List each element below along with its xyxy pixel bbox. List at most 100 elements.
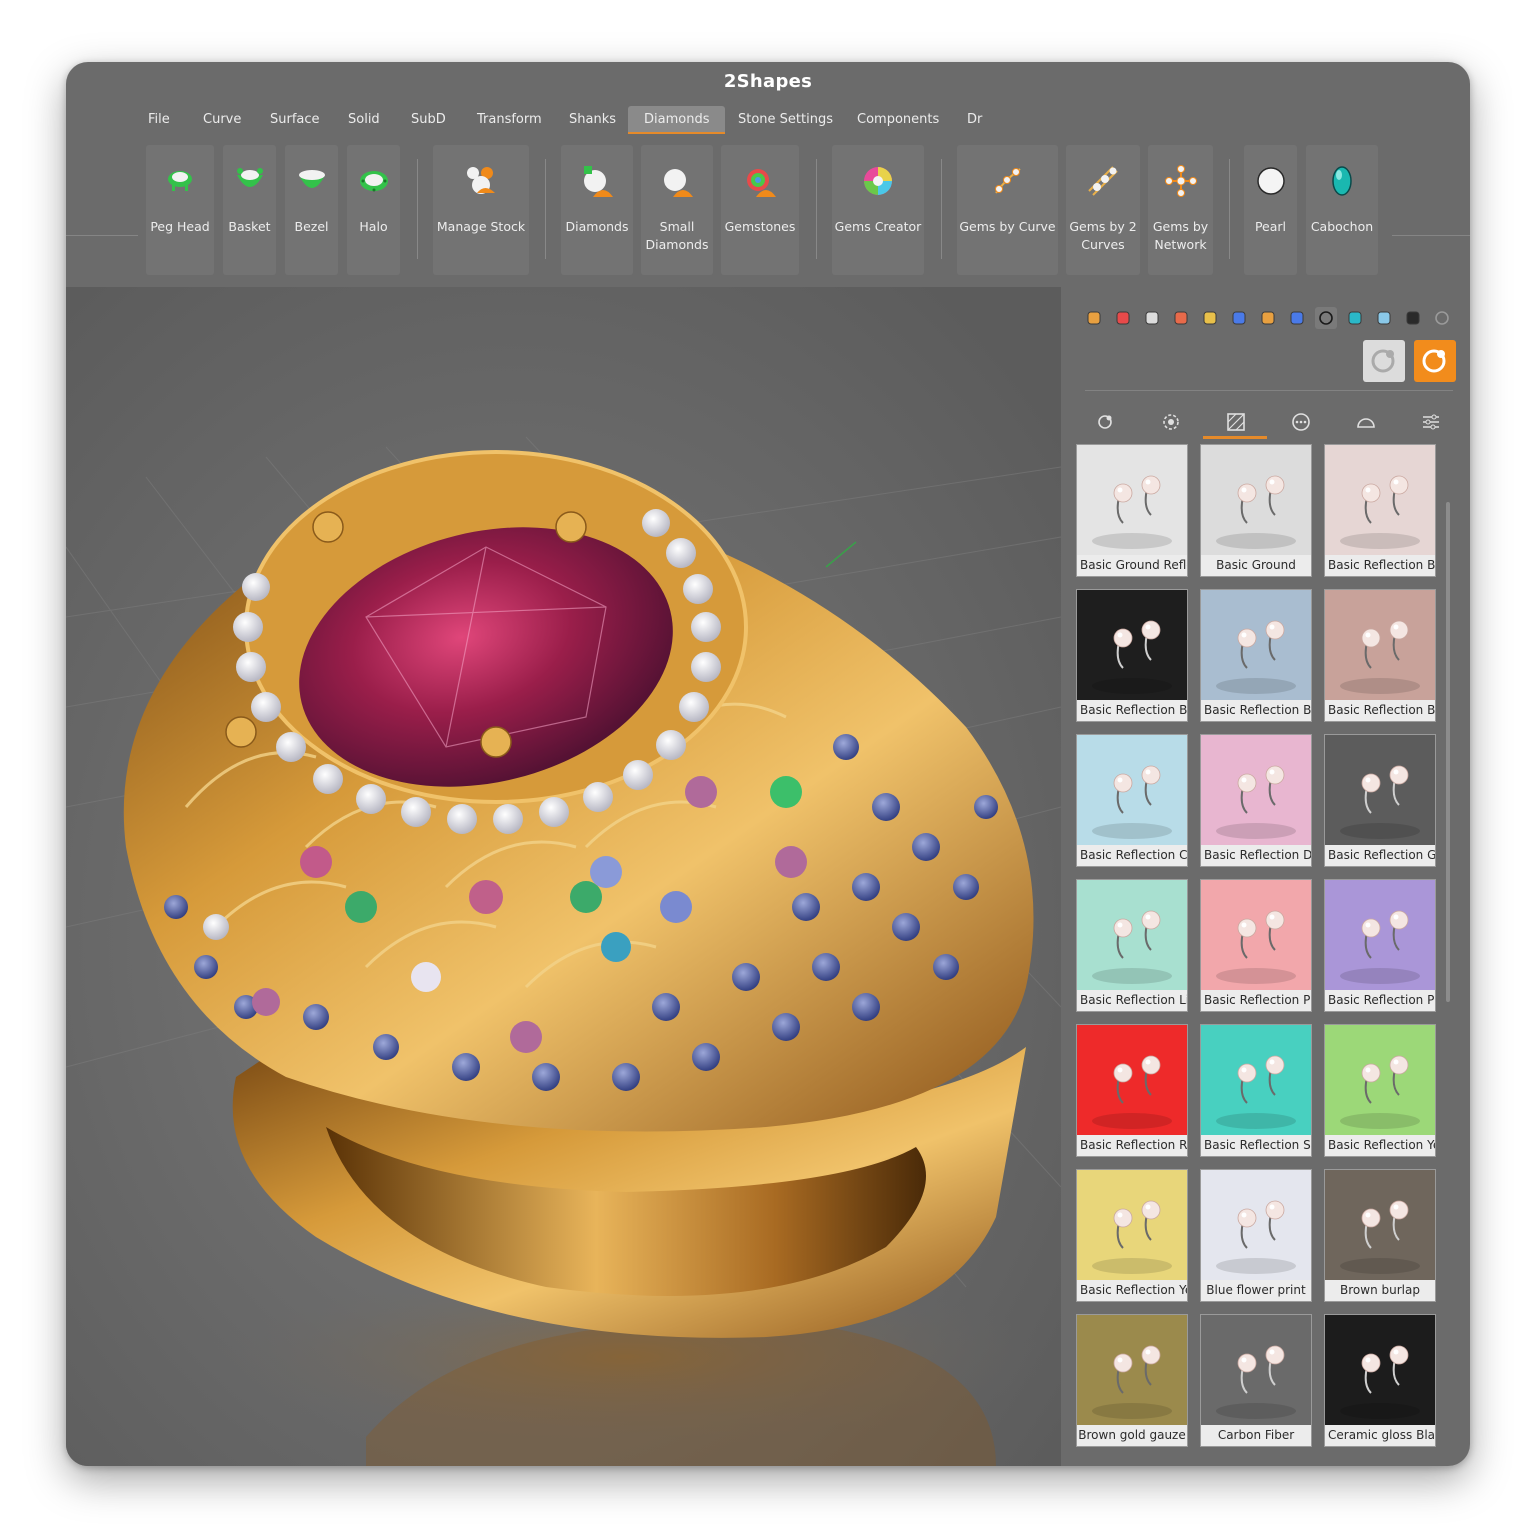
tool-diamonds-button[interactable]: Diamonds <box>561 145 633 275</box>
tool-basket-button[interactable]: Basket <box>223 145 276 275</box>
scene-mode-button[interactable] <box>1363 340 1405 382</box>
layers-icon[interactable] <box>1112 307 1134 329</box>
menu-components[interactable]: Components <box>853 106 943 134</box>
environment-preview-image <box>1077 735 1187 845</box>
tool-small-diamonds-button[interactable]: Small Diamonds <box>641 145 713 275</box>
camera-settings-icon[interactable] <box>1373 307 1395 329</box>
menu-dr[interactable]: Dr <box>963 106 986 134</box>
tool-label: Manage Stock <box>436 219 526 234</box>
circle-icon[interactable] <box>1315 307 1337 329</box>
settings-icon[interactable] <box>1431 307 1453 329</box>
menu-subd[interactable]: SubD <box>407 106 450 134</box>
backdrop-tab-icon <box>1227 413 1245 431</box>
backdrop-tab[interactable] <box>1203 405 1267 439</box>
ribbon-divider <box>1392 235 1470 236</box>
menu-bar: File Curve Surface Solid SubD Transform Shanks… <box>66 106 1470 134</box>
menu-shanks[interactable]: Shanks <box>565 106 620 134</box>
dome-tab[interactable] <box>1333 405 1397 439</box>
environment-thumbnail[interactable]: Carbon Fiber <box>1200 1314 1312 1447</box>
environment-thumbnail[interactable]: Blue flower print <box>1200 1169 1312 1302</box>
environment-thumbnail[interactable]: Brown gold gauze <box>1076 1314 1188 1447</box>
environment-thumbnail[interactable]: Basic Reflection Blu <box>1200 589 1312 722</box>
brush-icon[interactable] <box>1170 307 1192 329</box>
environment-preview-image <box>1201 445 1311 555</box>
scrollbar[interactable] <box>1446 502 1450 1002</box>
environment-thumbnail[interactable]: Basic Reflection Sc <box>1200 1024 1312 1157</box>
lighting-tab[interactable] <box>1138 405 1202 439</box>
menu-surface[interactable]: Surface <box>266 106 324 134</box>
folder-icon[interactable] <box>1199 307 1221 329</box>
environment-thumbnail[interactable]: Basic Reflection Re <box>1076 1024 1188 1157</box>
environment-label: Blue flower print <box>1201 1280 1311 1301</box>
ribbon-separator <box>417 159 418 259</box>
render-icon[interactable] <box>1141 307 1163 329</box>
tool-label: Cabochon <box>1310 219 1374 234</box>
environment-thumbnail[interactable]: Brown burlap <box>1324 1169 1436 1302</box>
tool-bezel-button[interactable]: Bezel <box>285 145 338 275</box>
dome-tab-icon <box>1357 418 1375 428</box>
environment-thumbnail[interactable]: Basic Reflection Gr <box>1324 734 1436 867</box>
environment-tab[interactable] <box>1073 405 1137 439</box>
tool-gemstones-button[interactable]: Gemstones <box>721 145 799 275</box>
environment-preview-image <box>1325 590 1435 700</box>
menu-diamonds[interactable]: Diamonds <box>628 106 726 134</box>
tool-gems-creator-button[interactable]: Gems Creator <box>832 145 924 275</box>
menu-file[interactable]: File <box>144 106 174 134</box>
environment-preview-image <box>1077 445 1187 555</box>
environment-tab-icon <box>1098 415 1112 429</box>
environment-thumbnail[interactable]: Basic Reflection Bla <box>1076 589 1188 722</box>
environment-thumbnail[interactable]: Basic Reflection Pu <box>1324 879 1436 1012</box>
environment-label: Basic Reflection Ye <box>1077 1280 1187 1301</box>
tool-pearl-button[interactable]: Pearl <box>1244 145 1297 275</box>
tool-manage-stock-button[interactable]: Manage Stock <box>433 145 529 275</box>
halo-icon <box>356 163 392 199</box>
environment-label: Basic Reflection Gr <box>1325 845 1435 866</box>
tool-label: Basket <box>228 219 271 234</box>
hierarchy-icon[interactable] <box>1257 307 1279 329</box>
environment-thumbnail[interactable]: Ceramic gloss Blac <box>1324 1314 1436 1447</box>
manage-stock-icon <box>463 163 499 199</box>
camera-icon[interactable] <box>1402 307 1424 329</box>
tool-cabochon-button[interactable]: Cabochon <box>1306 145 1378 275</box>
panel-tabs <box>1073 405 1453 441</box>
environment-thumbnail[interactable]: Basic Reflection Pi <box>1200 879 1312 1012</box>
menu-transform[interactable]: Transform <box>473 106 546 134</box>
environment-thumbnail[interactable]: Basic Reflection Cy <box>1076 734 1188 867</box>
environment-thumbnail[interactable]: Basic Reflection Ye <box>1324 1024 1436 1157</box>
environment-thumbnail[interactable]: Basic Reflection Be <box>1324 444 1436 577</box>
environment-thumbnail[interactable]: Basic Ground Refle <box>1076 444 1188 577</box>
environment-thumbnail[interactable]: Basic Reflection Ye <box>1076 1169 1188 1302</box>
scene-mode-icon <box>1371 349 1395 373</box>
menu-stone-settings[interactable]: Stone Settings <box>734 106 837 134</box>
material-ball-icon[interactable] <box>1286 307 1308 329</box>
tool-halo-button[interactable]: Halo <box>347 145 400 275</box>
environment-mode-button[interactable] <box>1414 340 1456 382</box>
environment-label: Basic Reflection Da <box>1201 845 1311 866</box>
environment-thumbnail[interactable]: Basic Reflection Br <box>1324 589 1436 722</box>
environment-label: Basic Reflection Pi <box>1201 990 1311 1011</box>
3d-viewport[interactable] <box>66 287 1061 1466</box>
menu-solid[interactable]: Solid <box>344 106 384 134</box>
diamonds-icon <box>579 163 615 199</box>
environment-preview-image <box>1201 735 1311 845</box>
more-tab[interactable] <box>1268 405 1332 439</box>
menu-curve[interactable]: Curve <box>199 106 245 134</box>
tool-label: Bezel <box>294 219 329 234</box>
ring-render[interactable] <box>66 287 1061 1466</box>
lighting-tab-icon <box>1163 414 1179 430</box>
adjust-tab[interactable] <box>1398 405 1462 439</box>
environment-thumbnail[interactable]: Basic Reflection Da <box>1200 734 1312 867</box>
help-icon[interactable] <box>1228 307 1250 329</box>
tool-gems-by-2-curves-button[interactable]: Gems by 2 Curves <box>1066 145 1140 275</box>
environment-preview-image <box>1201 1170 1311 1280</box>
environment-icon[interactable] <box>1344 307 1366 329</box>
tool-peg-head-button[interactable]: Peg Head <box>146 145 214 275</box>
adjust-tab-icon <box>1423 414 1439 430</box>
environment-grid: Basic Ground Refle Basic Ground Basic Refl… <box>1076 444 1446 1454</box>
tool-gems-by-curve-button[interactable]: Gems by Curve <box>957 145 1058 275</box>
environment-thumbnail[interactable]: Basic Ground <box>1200 444 1312 577</box>
pencil-icon[interactable] <box>1083 307 1105 329</box>
gems-by-network-icon <box>1163 163 1199 199</box>
tool-gems-by-network-button[interactable]: Gems by Network <box>1148 145 1213 275</box>
environment-thumbnail[interactable]: Basic Reflection Lig <box>1076 879 1188 1012</box>
